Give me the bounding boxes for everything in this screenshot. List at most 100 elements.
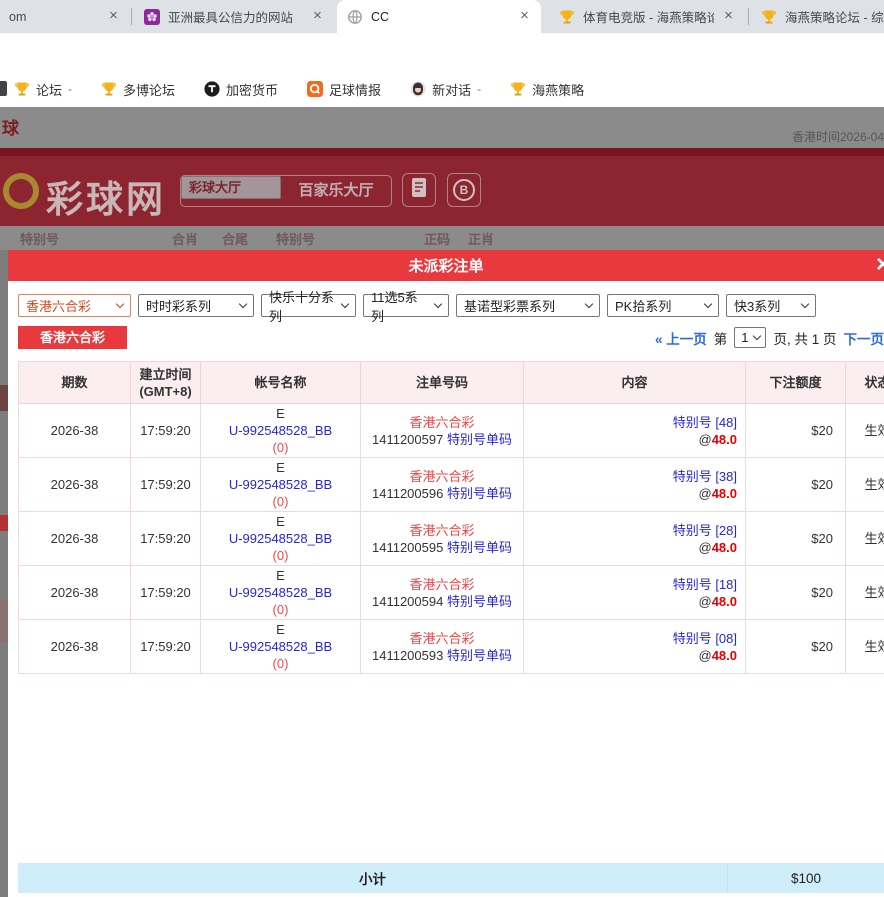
baccarat-hall-button[interactable]: 百家乐大厅 bbox=[281, 176, 391, 206]
content-link[interactable]: 特别号 [38] bbox=[673, 469, 737, 484]
account-link[interactable]: U-992548528_BB bbox=[229, 531, 332, 546]
bet-detail-link[interactable]: 特别号单码 bbox=[447, 594, 512, 609]
bg-header: 合尾 bbox=[222, 229, 248, 248]
tab-close-icon[interactable]: × bbox=[720, 8, 737, 25]
cell-amount: $20 bbox=[746, 566, 846, 620]
lottery-hall-button[interactable]: 彩球大厅 bbox=[181, 176, 281, 199]
ball-icon: B bbox=[453, 179, 475, 201]
filter-select-pk10-series[interactable]: PK拾系列 bbox=[607, 294, 719, 317]
bookmark-label: 海燕策略 bbox=[532, 80, 584, 99]
browser-tab-active[interactable]: CC × bbox=[337, 0, 541, 33]
black-t-icon bbox=[204, 81, 220, 97]
content-link[interactable]: 特别号 [48] bbox=[673, 415, 737, 430]
content-link[interactable]: 特别号 [28] bbox=[673, 523, 737, 538]
report-button[interactable] bbox=[402, 173, 436, 207]
browser-tab-2[interactable]: 亚洲最具公信力的网站 × bbox=[134, 0, 334, 33]
page-number-select[interactable]: 1 bbox=[734, 327, 766, 348]
tab-close-icon[interactable]: × bbox=[105, 8, 122, 25]
bet-detail-link[interactable]: 特别号单码 bbox=[447, 648, 512, 663]
cell-account: E U-992548528_BB (0) bbox=[201, 620, 361, 674]
filter-select-ssc-series[interactable]: 时时彩系列 bbox=[138, 294, 254, 317]
lottery-filter-row: 香港六合彩 时时彩系列 快乐十分系列 11选5系列 基诺型彩票系列 PK拾系列 bbox=[18, 294, 884, 317]
tab-title: 体育电竞版 - 海燕策略论坛 bbox=[583, 7, 714, 26]
hall-switcher: 彩球大厅 百家乐大厅 bbox=[180, 175, 392, 207]
col-status: 状态 bbox=[846, 362, 884, 404]
account-link[interactable]: U-992548528_BB bbox=[229, 423, 332, 438]
close-icon[interactable]: × bbox=[876, 251, 884, 279]
bookmark-football-intel[interactable]: 足球情报 bbox=[307, 80, 381, 99]
next-page-link[interactable]: 下一页 bbox=[844, 328, 884, 348]
bet-detail-link[interactable]: 特别号单码 bbox=[447, 540, 512, 555]
cell-bet-number: 香港六合彩 1411200594 特别号单码 bbox=[361, 566, 524, 620]
content-link[interactable]: 特别号 [08] bbox=[673, 631, 737, 646]
cell-period: 2026-38 bbox=[19, 620, 131, 674]
bookmark-crypto[interactable]: 加密货币 bbox=[204, 80, 278, 99]
cell-status: 生效 bbox=[846, 458, 884, 512]
chevron-down-icon bbox=[239, 300, 247, 308]
tab-title: om bbox=[9, 10, 99, 24]
bet-detail-link[interactable]: 特别号单码 bbox=[447, 432, 512, 447]
dimmed-topbar: 球 香港时间2026-04 bbox=[0, 107, 884, 148]
bookmark-label: 论坛 bbox=[36, 80, 62, 99]
logo-ring-icon bbox=[1, 171, 41, 216]
cell-account: E U-992548528_BB (0) bbox=[201, 458, 361, 512]
bg-header: 合肖 bbox=[172, 229, 198, 248]
browser-window: om × 亚洲最具公信力的网站 × CC × 体育电竞版 - 海燕策略论坛 × bbox=[0, 0, 884, 897]
tab-separator bbox=[131, 8, 132, 25]
cell-time: 17:59:20 bbox=[131, 512, 201, 566]
filter-select-k3-series[interactable]: 快3系列 bbox=[726, 294, 816, 317]
select-value: 时时彩系列 bbox=[146, 296, 211, 315]
col-created-time: 建立时间 (GMT+8) bbox=[131, 362, 201, 404]
filter-select-keno-series[interactable]: 基诺型彩票系列 bbox=[456, 294, 600, 317]
unpaid-bets-modal: 未派彩注单 × 香港六合彩 时时彩系列 快乐十分系列 11选5系列 基诺型彩票系… bbox=[8, 250, 884, 897]
bookmark-label: 新对话 bbox=[432, 80, 471, 99]
bg-header: 正码 bbox=[424, 229, 450, 248]
cell-amount: $20 bbox=[746, 512, 846, 566]
cell-period: 2026-38 bbox=[19, 458, 131, 512]
account-link[interactable]: U-992548528_BB bbox=[229, 639, 332, 654]
bg-header: 正肖 bbox=[468, 229, 494, 248]
tab-separator bbox=[748, 8, 749, 25]
cell-amount: $20 bbox=[746, 404, 846, 458]
tab-close-icon[interactable]: × bbox=[516, 8, 533, 25]
account-link[interactable]: U-992548528_BB bbox=[229, 477, 332, 492]
chevron-down-icon bbox=[341, 300, 349, 308]
page-label: 第 bbox=[714, 328, 728, 348]
cell-time: 17:59:20 bbox=[131, 620, 201, 674]
bookmark-duobo-forum[interactable]: 多博论坛 bbox=[101, 80, 175, 99]
chevron-down-icon bbox=[585, 300, 593, 308]
avatar-icon bbox=[410, 81, 426, 97]
browser-tab-5[interactable]: 海燕策略论坛 - 综合 bbox=[751, 0, 884, 33]
clipped-bookmark-icon[interactable] bbox=[0, 81, 7, 96]
unpaid-bets-table: 期数 建立时间 (GMT+8) 帐号名称 注单号码 内容 下注额度 状态 202… bbox=[18, 361, 884, 674]
tab-close-icon[interactable]: × bbox=[309, 8, 326, 25]
cell-bet-number: 香港六合彩 1411200593 特别号单码 bbox=[361, 620, 524, 674]
cell-status: 生效 bbox=[846, 566, 884, 620]
table-row: 2026-38 17:59:20 E U-992548528_BB (0) 香港… bbox=[19, 458, 884, 512]
cell-status: 生效 bbox=[846, 404, 884, 458]
browser-tab-1[interactable]: om × bbox=[0, 0, 130, 33]
browser-tab-4[interactable]: 体育电竞版 - 海燕策略论坛 × bbox=[549, 0, 745, 33]
account-link[interactable]: U-992548528_BB bbox=[229, 585, 332, 600]
document-icon bbox=[410, 177, 428, 204]
modal-titlebar: 未派彩注单 × bbox=[8, 250, 884, 281]
cell-status: 生效 bbox=[846, 620, 884, 674]
cell-content: 特别号 [18] @48.0 bbox=[524, 566, 746, 620]
side-text: 球 bbox=[2, 114, 19, 139]
hk-mark-six-tab-button[interactable]: 香港六合彩 bbox=[18, 326, 127, 349]
bookmark-new-chat[interactable]: 新对话 - bbox=[410, 80, 481, 99]
filter-select-klsf-series[interactable]: 快乐十分系列 bbox=[261, 294, 356, 317]
ball-button[interactable]: B bbox=[447, 173, 481, 207]
chevron-down-icon bbox=[116, 300, 124, 308]
bg-header: 特别号 bbox=[20, 229, 59, 248]
bet-detail-link[interactable]: 特别号单码 bbox=[447, 486, 512, 501]
bookmark-forum[interactable]: 论坛 - bbox=[14, 80, 72, 99]
filter-select-hk-mark-six[interactable]: 香港六合彩 bbox=[18, 294, 131, 317]
bookmark-haiyan-strategy[interactable]: 海燕策略 bbox=[510, 80, 584, 99]
filter-select-11x5-series[interactable]: 11选5系列 bbox=[363, 294, 449, 317]
content-link[interactable]: 特别号 [18] bbox=[673, 577, 737, 592]
modal-title: 未派彩注单 bbox=[8, 255, 884, 276]
select-value: 快乐十分系列 bbox=[269, 287, 336, 325]
prev-page-link[interactable]: « 上一页 bbox=[655, 328, 707, 348]
bookmark-label: 多博论坛 bbox=[123, 80, 175, 99]
